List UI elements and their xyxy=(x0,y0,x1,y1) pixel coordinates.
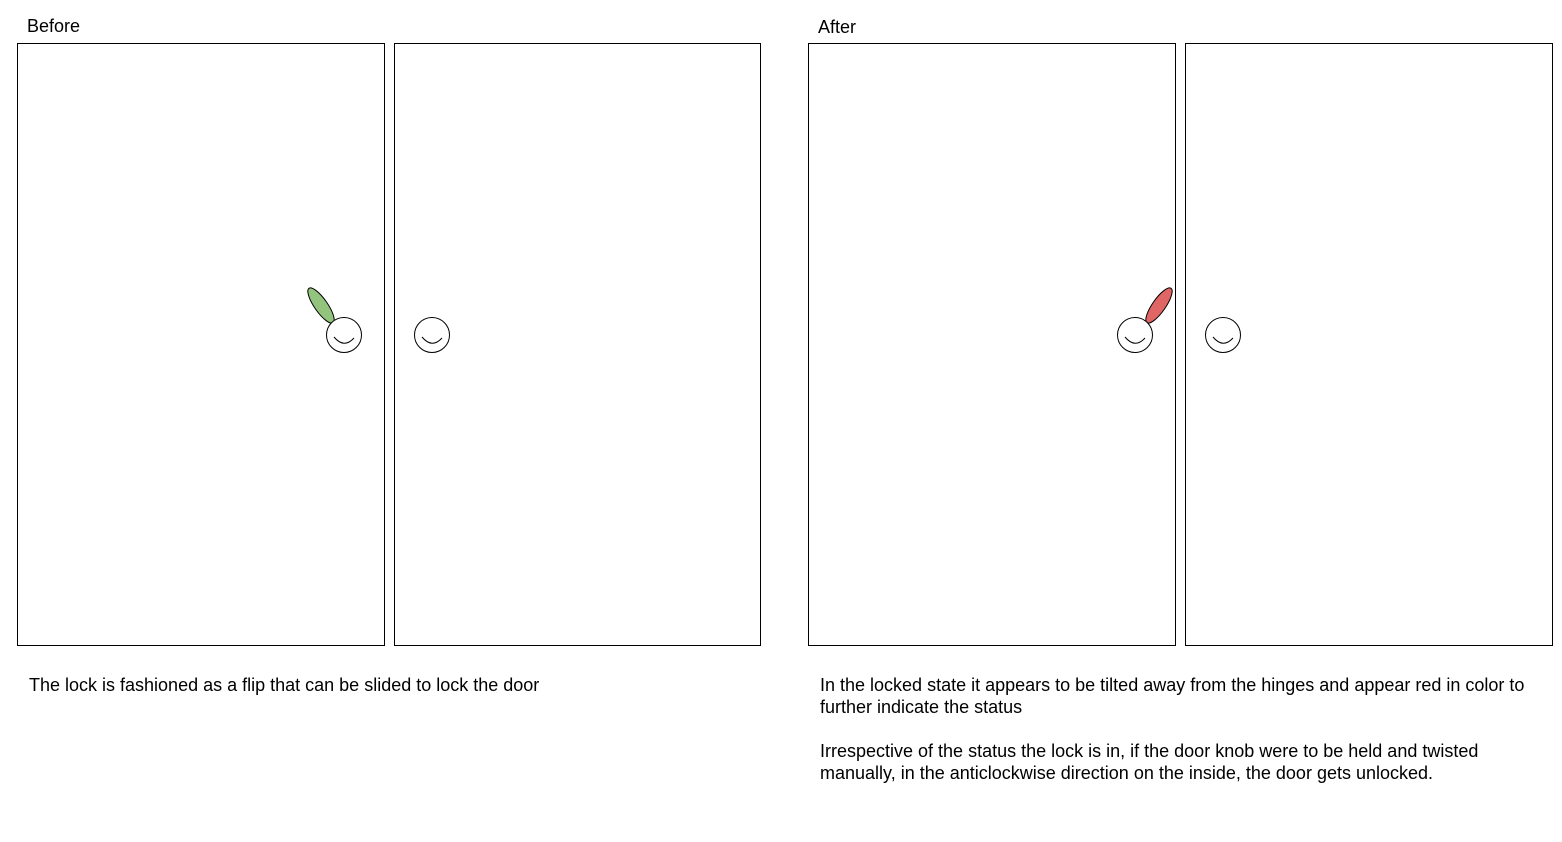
before-caption: The lock is fashioned as a flip that can… xyxy=(29,674,759,696)
after-caption: In the locked state it appears to be til… xyxy=(820,674,1550,784)
before-right-door xyxy=(394,43,761,646)
before-left-door-knob-icon xyxy=(326,317,362,353)
after-caption-text-1: In the locked state it appears to be til… xyxy=(820,675,1525,717)
after-left-door-knob-icon xyxy=(1117,317,1153,353)
after-title: After xyxy=(818,17,857,37)
before-title: Before xyxy=(27,16,81,36)
before-right-door-knob-icon xyxy=(414,317,450,353)
after-right-door xyxy=(1185,43,1553,646)
before-left-door xyxy=(17,43,385,646)
before-caption-text: The lock is fashioned as a flip that can… xyxy=(29,675,540,695)
after-left-door xyxy=(808,43,1176,646)
after-right-door-knob-icon xyxy=(1205,317,1241,353)
after-caption-text-2: Irrespective of the status the lock is i… xyxy=(820,741,1479,783)
